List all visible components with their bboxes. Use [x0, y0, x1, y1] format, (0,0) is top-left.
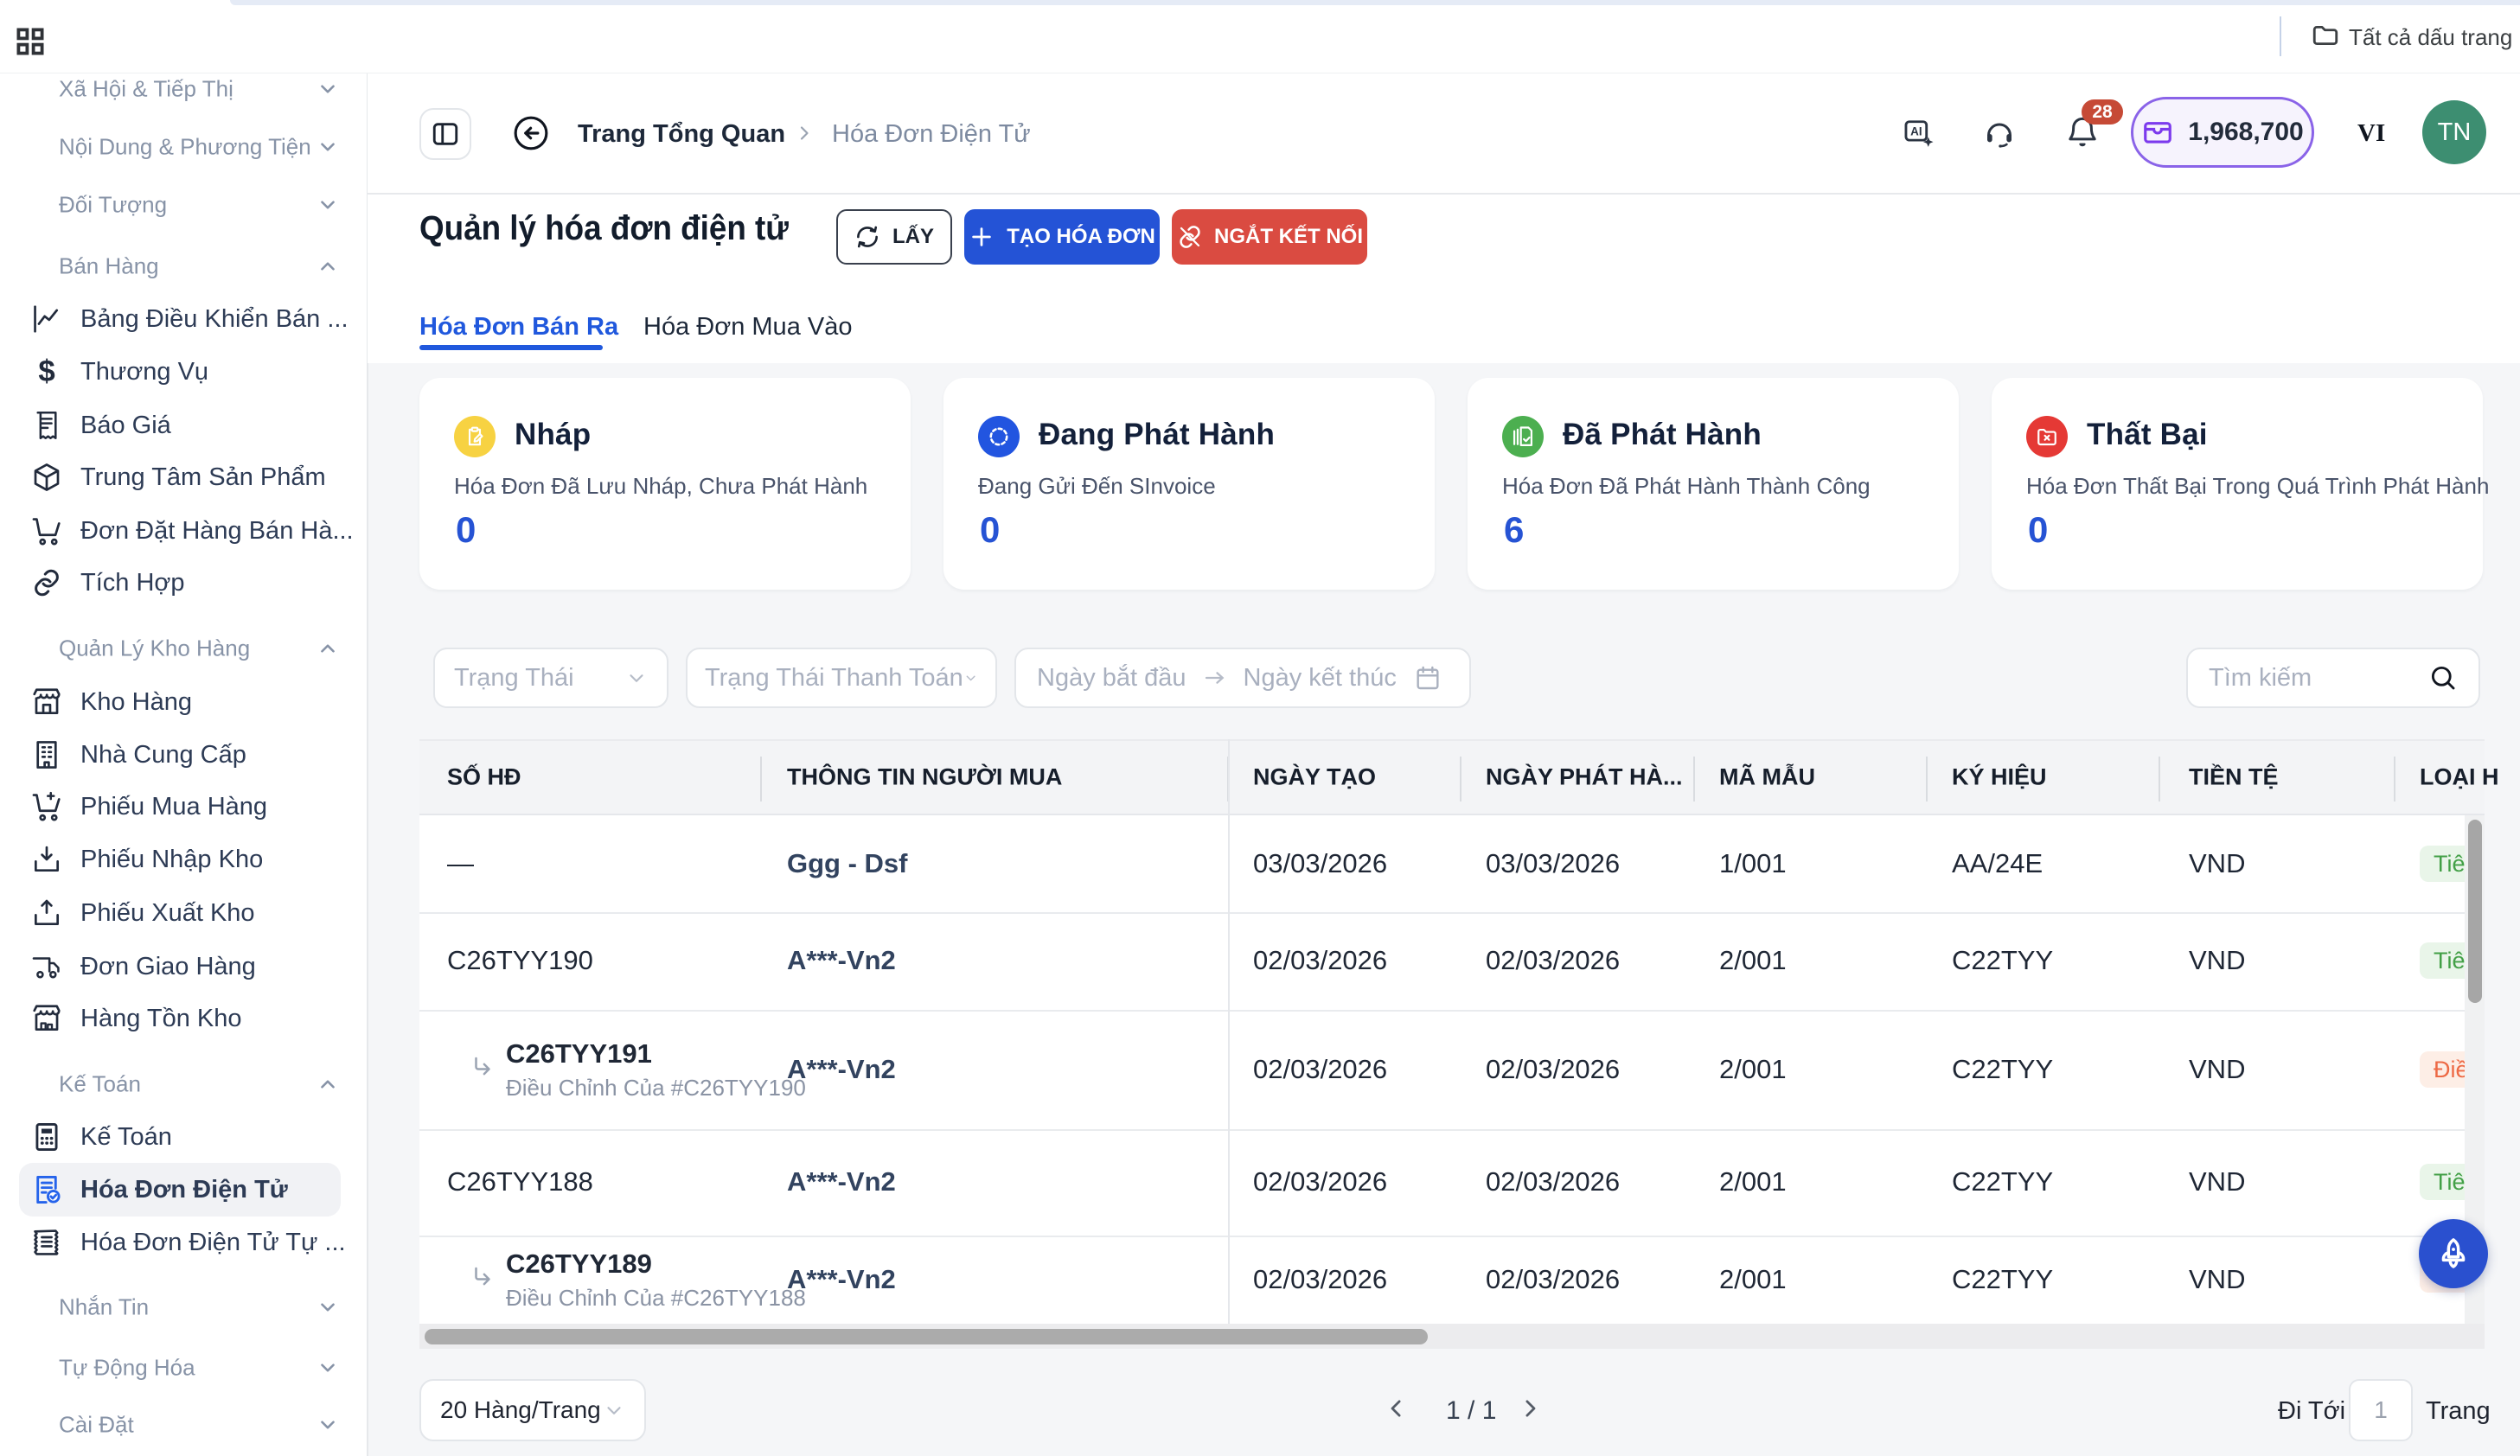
svg-text:AI: AI [1910, 125, 1922, 138]
svg-text:$: $ [38, 355, 54, 388]
